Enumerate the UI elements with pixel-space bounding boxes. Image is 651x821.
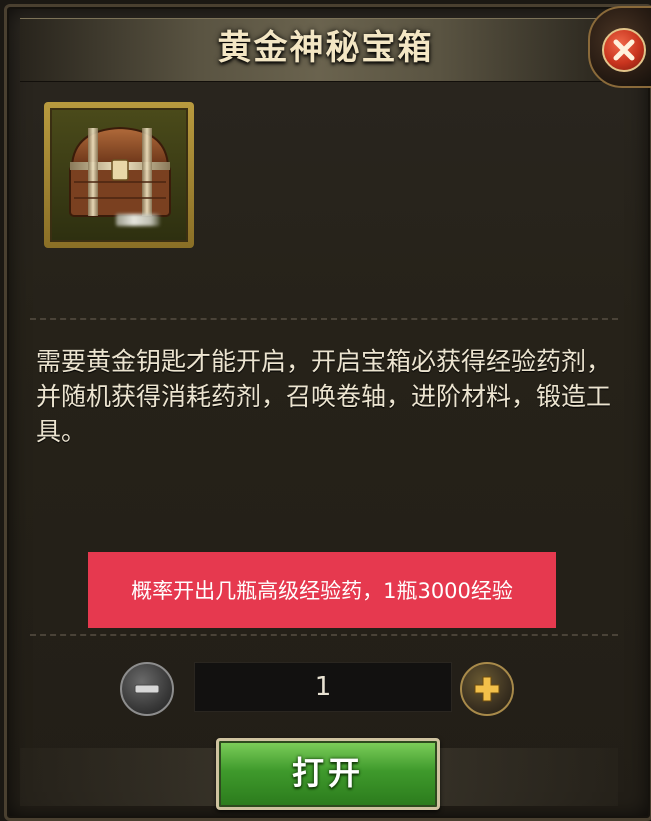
divider-top (30, 318, 618, 330)
close-icon (602, 28, 646, 72)
quantity-stepper: 1 (0, 650, 651, 720)
title-area: 黄金神秘宝箱 (0, 0, 651, 100)
treasure-chest-icon (50, 108, 188, 242)
decrease-button[interactable] (120, 662, 174, 716)
increase-button[interactable] (460, 662, 514, 716)
close-button[interactable] (588, 6, 651, 88)
item-count-blur (116, 214, 160, 226)
minus-icon (134, 684, 160, 694)
annotation-banner: 概率开出几瓶高级经验药，1瓶3000经验 (88, 552, 556, 628)
item-description: 需要黄金钥匙才能开启，开启宝箱必获得经验药剂，并随机获得消耗药剂，召唤卷轴，进阶… (36, 347, 612, 446)
divider-bottom (30, 634, 618, 646)
open-button[interactable]: 打开 (216, 738, 440, 810)
item-slot[interactable] (44, 102, 194, 248)
dialog-title: 黄金神秘宝箱 (217, 28, 434, 68)
plus-icon (474, 676, 500, 702)
quantity-input[interactable]: 1 (194, 662, 452, 712)
